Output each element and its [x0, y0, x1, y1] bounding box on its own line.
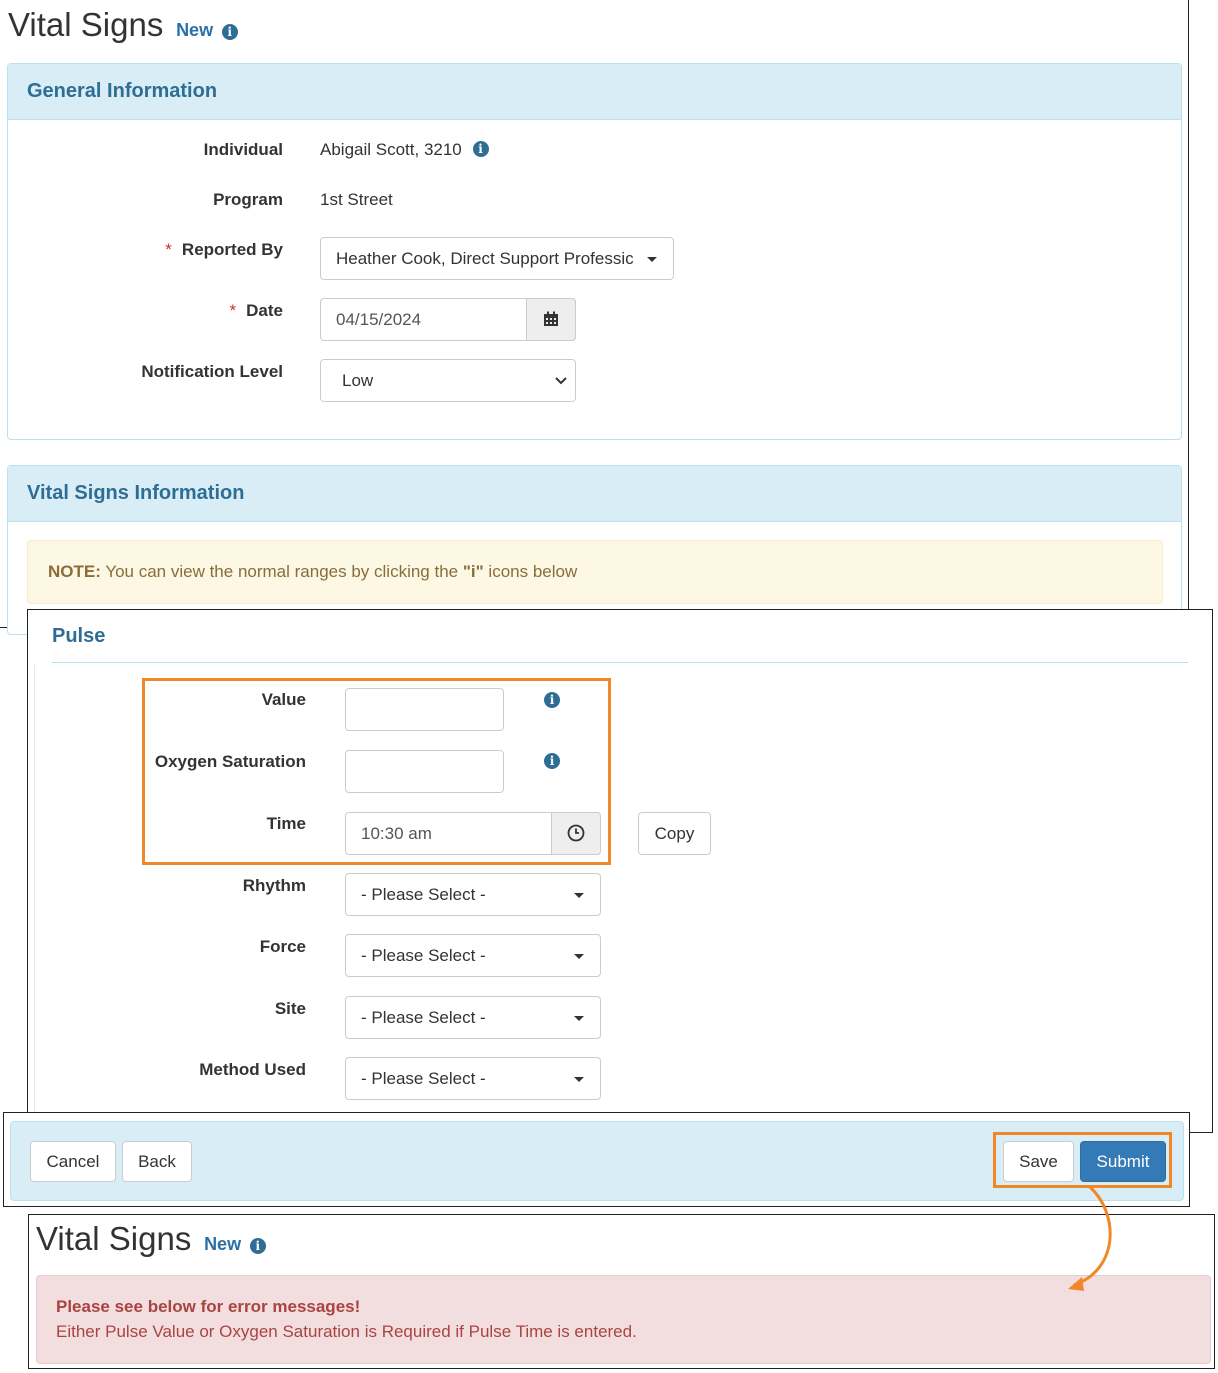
notification-level-label: Notification Level: [141, 362, 283, 381]
force-dropdown[interactable]: - Please Select -: [345, 934, 601, 977]
required-marker: *: [229, 301, 237, 320]
reported-by-label: * Reported By: [165, 240, 283, 259]
vital-signs-information-title: Vital Signs Information: [27, 482, 245, 504]
program-value: 1st Street: [320, 190, 393, 209]
date-picker-button[interactable]: [526, 298, 576, 341]
program-label: Program: [213, 190, 283, 209]
screenshot-frame-result: Vital Signs New i Please see below for e…: [28, 1214, 1215, 1369]
new-badge: New: [176, 20, 214, 40]
back-button[interactable]: Back: [122, 1141, 192, 1182]
error-title: Please see below for error messages!: [56, 1297, 361, 1316]
date-input[interactable]: 04/15/2024: [320, 298, 576, 341]
cancel-button[interactable]: Cancel: [30, 1141, 116, 1182]
pulse-divider: [52, 662, 1188, 663]
caret-down-icon: [647, 256, 657, 262]
error-alert: Please see below for error messages! Eit…: [36, 1275, 1211, 1364]
vital-signs-information-heading: Vital Signs Information: [8, 466, 1181, 522]
caret-down-icon: [574, 1076, 584, 1082]
general-information-heading: General Information: [8, 64, 1181, 120]
chevron-down-icon: [555, 377, 567, 385]
calendar-icon: [544, 311, 558, 326]
caret-down-icon: [574, 1015, 584, 1021]
force-label: Force: [259, 937, 306, 956]
method-used-label: Method Used: [199, 1060, 306, 1079]
highlight-box-save-submit: [993, 1132, 1172, 1188]
screenshot-frame-top: Vital Signs New i General Information In…: [0, 0, 1189, 635]
general-information-title: General Information: [27, 80, 218, 102]
page-title: Vital Signs: [8, 6, 164, 43]
page-header: Vital Signs New i: [8, 6, 238, 48]
required-marker: *: [165, 240, 172, 259]
general-information-panel: General Information Individual Abigail S…: [7, 63, 1182, 440]
result-new-badge: New: [204, 1234, 242, 1254]
highlight-box-pulse-fields: [142, 678, 611, 865]
individual-value: Abigail Scott, 3210 i: [320, 140, 489, 160]
rhythm-label: Rhythm: [242, 876, 306, 895]
rhythm-dropdown[interactable]: - Please Select -: [345, 873, 601, 916]
reported-by-dropdown[interactable]: Heather Cook, Direct Support Professic: [320, 237, 674, 280]
date-label: * Date: [229, 301, 283, 320]
individual-info-icon[interactable]: i: [472, 140, 489, 157]
pulse-left-border: [34, 665, 35, 1125]
result-info-icon[interactable]: i: [249, 1237, 266, 1254]
method-used-dropdown[interactable]: - Please Select -: [345, 1057, 601, 1100]
notification-level-select[interactable]: Low: [320, 359, 576, 402]
copy-button[interactable]: Copy: [638, 812, 711, 855]
screenshot-frame-pulse: Pulse Value i Oxygen Saturation i Time 1…: [27, 609, 1213, 1133]
pulse-section-title: Pulse: [52, 625, 106, 647]
caret-down-icon: [574, 892, 584, 898]
curved-arrow-icon: [1068, 1185, 1112, 1291]
site-dropdown[interactable]: - Please Select -: [345, 996, 601, 1039]
result-header: Vital Signs New i: [36, 1220, 266, 1258]
info-icon[interactable]: i: [221, 23, 238, 40]
caret-down-icon: [574, 953, 584, 959]
site-label: Site: [274, 999, 306, 1018]
individual-label: Individual: [203, 140, 283, 159]
note-alert: NOTE: You can view the normal ranges by …: [27, 540, 1163, 604]
error-message: Either Pulse Value or Oxygen Saturation …: [56, 1322, 637, 1341]
result-page-title: Vital Signs: [36, 1220, 192, 1257]
